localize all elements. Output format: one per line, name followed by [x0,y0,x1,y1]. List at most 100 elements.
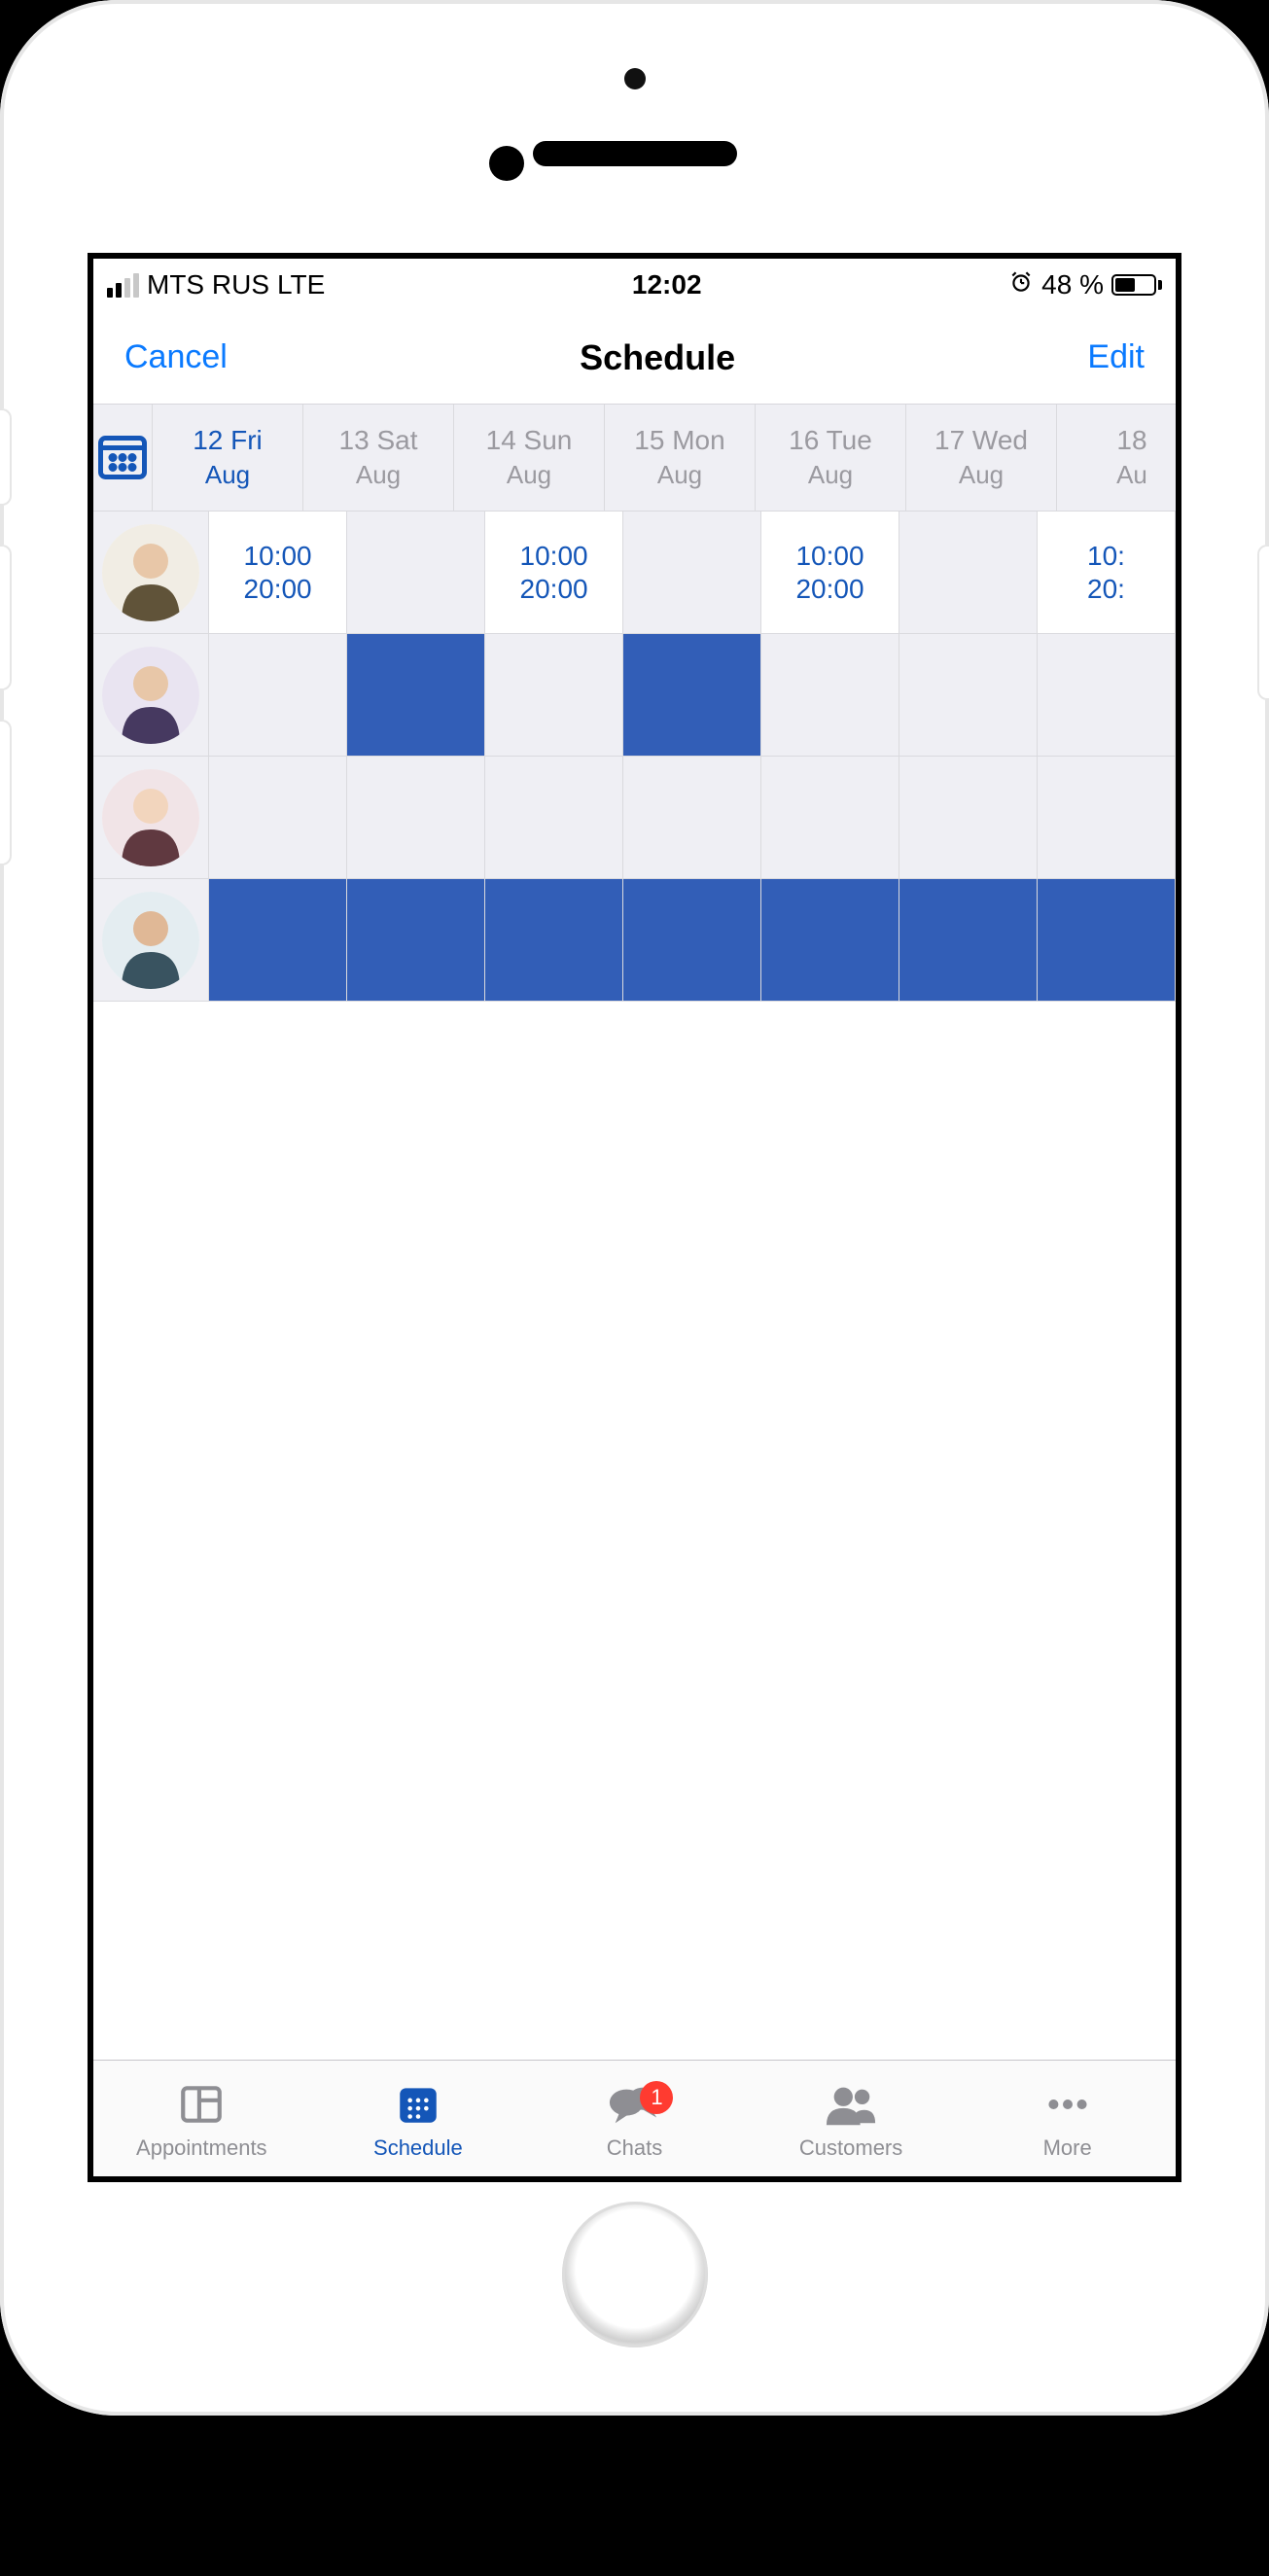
schedule-cell[interactable] [899,879,1038,1001]
more-icon [1043,2077,1092,2132]
schedule-cell[interactable] [209,879,347,1001]
schedule-cell[interactable] [761,634,899,756]
schedule-cell[interactable] [347,757,485,878]
schedule-cell[interactable] [209,634,347,756]
shift-start: 10: [1087,541,1125,572]
schedule-grid: 12 FriAug13 SatAug14 SunAug15 MonAug16 T… [93,405,1176,1232]
cancel-button[interactable]: Cancel [124,338,228,376]
tab-label: Chats [607,2135,662,2161]
day-month: Au [1116,460,1147,490]
home-button[interactable] [562,2202,708,2347]
tab-customers[interactable]: Customers [743,2077,960,2161]
staff-avatar-cell[interactable] [93,634,209,756]
battery-percent: 48 % [1041,269,1104,300]
schedule-cell[interactable] [485,634,623,756]
schedule-cell[interactable] [623,757,761,878]
day-header[interactable]: 15 MonAug [605,405,756,511]
day-header[interactable]: 14 SunAug [454,405,605,511]
tab-chats[interactable]: Chats 1 [526,2077,743,2161]
power-button [1257,545,1269,700]
page-title: Schedule [580,337,735,378]
signal-icon [107,273,139,298]
avatar [102,769,199,866]
schedule-cell[interactable] [347,634,485,756]
schedule-cell[interactable] [899,757,1038,878]
tab-appointments[interactable]: Appointments [93,2077,310,2161]
avatar [102,892,199,989]
schedule-cell[interactable] [623,512,761,633]
tab-label: More [1043,2135,1092,2161]
schedule-cell[interactable] [485,757,623,878]
schedule-cell[interactable] [899,512,1038,633]
tab-label: Appointments [136,2135,267,2161]
staff-row [93,634,1176,757]
staff-row: 10:0020:0010:0020:0010:0020:0010:20: [93,512,1176,634]
day-label: 17 Wed [934,425,1028,456]
calendar-picker-button[interactable] [93,405,153,511]
schedule-cell[interactable]: 10:0020:00 [761,512,899,633]
battery-icon [1111,274,1162,296]
schedule-cell[interactable] [899,634,1038,756]
status-time: 12:02 [325,269,1008,300]
day-label: 16 Tue [789,425,872,456]
alarm-icon [1008,269,1034,301]
nav-bar: Cancel Schedule Edit [93,311,1176,405]
schedule-cell[interactable]: 10:0020:00 [209,512,347,633]
staff-row [93,757,1176,879]
front-camera [489,146,524,181]
network-label: LTE [277,269,325,300]
calendar-icon [93,426,152,489]
schedule-cell[interactable] [485,879,623,1001]
avatar [102,524,199,621]
schedule-cell[interactable] [1038,634,1176,756]
day-header[interactable]: 17 Wed Aug [906,405,1057,511]
earpiece-speaker [533,141,737,166]
day-header[interactable]: 16 Tue Aug [756,405,906,511]
shift-end: 20:00 [244,574,312,605]
day-header[interactable]: 13 SatAug [303,405,454,511]
schedule-cell[interactable] [1038,879,1176,1001]
shift-start: 10:00 [244,541,312,572]
staff-avatar-cell[interactable] [93,757,209,878]
schedule-cell[interactable]: 10:0020:00 [485,512,623,633]
schedule-cell[interactable] [209,757,347,878]
shift-end: 20:00 [795,574,864,605]
day-header[interactable]: 18Au [1057,405,1176,511]
tab-more[interactable]: More [959,2077,1176,2161]
tab-schedule[interactable]: Schedule [310,2077,527,2161]
staff-avatar-cell[interactable] [93,512,209,633]
schedule-cell[interactable] [623,879,761,1001]
schedule-cell[interactable] [347,879,485,1001]
schedule-cell[interactable] [623,634,761,756]
day-month: Aug [356,460,401,490]
avatar [102,647,199,744]
edit-button[interactable]: Edit [1087,338,1145,376]
schedule-cell[interactable] [761,757,899,878]
schedule-cell[interactable] [347,512,485,633]
phone-frame: MTS RUS LTE 12:02 48 % Cancel Schedule E… [0,0,1269,2416]
schedule-header-row: 12 FriAug13 SatAug14 SunAug15 MonAug16 T… [93,405,1176,512]
staff-row [93,879,1176,1002]
schedule-cell[interactable] [1038,757,1176,878]
schedule-cell[interactable] [761,879,899,1001]
volume-up-button [0,545,12,690]
day-month: Aug [959,460,1004,490]
schedule-cell[interactable]: 10:20: [1038,512,1176,633]
shift-start: 10:00 [520,541,588,572]
carrier-label: MTS RUS [147,269,269,300]
day-label: 12 Fri [193,425,263,456]
staff-avatar-cell[interactable] [93,879,209,1001]
tab-label: Customers [799,2135,902,2161]
tab-label: Schedule [373,2135,463,2161]
notification-badge: 1 [640,2081,673,2114]
mute-switch [0,408,12,506]
proximity-sensor [624,68,646,89]
day-header[interactable]: 12 Fri Aug [153,405,303,511]
day-month: Aug [205,460,250,490]
appointments-icon [177,2077,226,2132]
tab-bar: Appointments Schedule Chats 1 Customers More [93,2060,1176,2176]
day-month: Aug [808,460,853,490]
shift-end: 20: [1087,574,1125,605]
screen: MTS RUS LTE 12:02 48 % Cancel Schedule E… [88,253,1181,2182]
volume-down-button [0,720,12,865]
